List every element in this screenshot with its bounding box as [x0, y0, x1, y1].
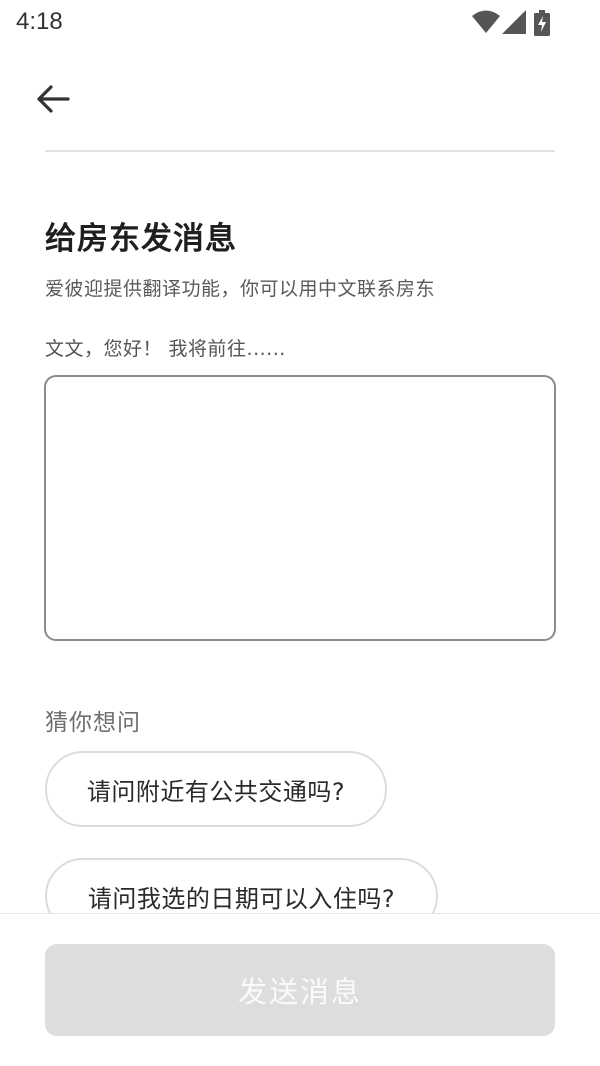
wifi-icon [472, 10, 500, 33]
page-title: 给房东发消息 [45, 221, 237, 257]
status-bar: 4:18 [0, 0, 600, 48]
suggestion-chip[interactable]: 请问附近有公共交通吗? [45, 751, 387, 827]
message-input[interactable] [44, 375, 556, 641]
header-divider [45, 150, 555, 152]
cellular-signal-icon [502, 10, 526, 34]
status-icons [472, 10, 554, 36]
status-time: 4:18 [16, 8, 63, 35]
back-button[interactable] [28, 74, 78, 124]
page-subtitle: 爱彼迎提供翻译功能，你可以用中文联系房东 [45, 278, 436, 300]
send-message-button[interactable]: 发送消息 [45, 944, 555, 1036]
battery-charging-icon [534, 10, 550, 36]
suggestions-heading: 猜你想问 [45, 710, 141, 736]
arrow-left-icon [37, 85, 70, 113]
message-hint: 文文，您好！ 我将前往...... [45, 338, 286, 360]
